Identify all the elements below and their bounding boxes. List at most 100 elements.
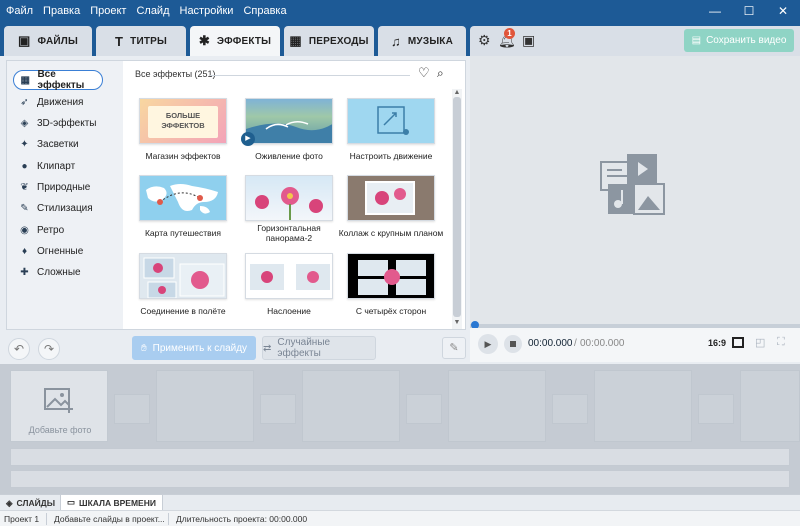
notification-badge: 1 <box>504 28 515 39</box>
motion-frame-icon <box>377 106 409 135</box>
aspect-ratio-icon[interactable] <box>732 337 744 348</box>
category-motion[interactable]: ➶ Движения <box>13 92 103 112</box>
sparkle-icon: ✦ <box>20 138 29 150</box>
snapshot-icon[interactable]: ◰ <box>755 336 765 349</box>
menu-project[interactable]: Проект <box>85 0 131 22</box>
category-list: ▦ Все эффекты ➶ Движения ◈ 3D-эффекты ✦ … <box>7 61 123 329</box>
view-tabs: ◈ СЛАЙДЫ ▭ ШКАЛА ВРЕМЕНИ <box>0 494 800 511</box>
tab-files[interactable]: ▣ ФАЙЛЫ <box>4 26 92 56</box>
effect-card-animate-photo[interactable] <box>245 98 333 144</box>
category-retro[interactable]: ◉ Ретро <box>13 220 103 240</box>
menu-edit[interactable]: Правка <box>38 0 85 22</box>
scroll-thumb[interactable] <box>453 97 461 317</box>
scroll-up-icon[interactable]: ▲ <box>452 89 462 96</box>
aspect-ratio-label[interactable]: 16:9 <box>708 338 726 348</box>
effect-card-store[interactable]: БОЛЬШЕ ЭФФЕКТОВ <box>139 98 227 144</box>
redo-icon[interactable]: ↷ <box>38 338 60 360</box>
cube-icon: ◈ <box>20 117 29 129</box>
play-icon[interactable]: ▶ <box>478 334 498 354</box>
apply-to-slide-button[interactable]: ✋︎ Применить к слайду <box>132 336 256 360</box>
menu-slide[interactable]: Слайд <box>131 0 174 22</box>
category-complex[interactable]: ✚ Сложные <box>13 262 103 282</box>
folder-icon: ▣ <box>18 33 31 48</box>
category-clipart[interactable]: ● Клипарт <box>13 156 103 176</box>
time-separator: / <box>574 338 577 349</box>
menu-bar: Файл Правка Проект Слайд Настройки Справ… <box>0 0 800 22</box>
effect-card-collage-closeup[interactable] <box>347 175 435 221</box>
effect-label: Оживление фото <box>255 151 323 161</box>
window-controls: — ☐ ✕ <box>698 0 800 22</box>
music-track[interactable] <box>10 470 790 488</box>
effect-card-flight-join[interactable] <box>139 253 227 299</box>
save-video-button[interactable]: ▤ Сохранить видео <box>684 29 794 52</box>
tab-titles[interactable]: T ТИТРЫ <box>96 26 186 56</box>
header-divider <box>210 75 410 76</box>
brush-icon: ✎ <box>20 202 29 214</box>
effect-card-custom-motion[interactable] <box>347 98 435 144</box>
storyboard: Добавьте фото <box>0 364 800 494</box>
current-time: 00:00.000 <box>528 338 573 349</box>
effect-label: Горизонтальная панорама-2 <box>257 223 321 243</box>
slide-slot[interactable] <box>448 370 546 442</box>
transition-slot[interactable] <box>406 394 442 424</box>
effect-label: Соединение в полёте <box>140 306 226 316</box>
search-icon[interactable]: ⌕ <box>437 66 444 81</box>
flowers-image <box>255 187 323 220</box>
pin-icon: ● <box>21 160 28 172</box>
effects-scrollbar[interactable]: ▲ ▼ <box>452 89 462 329</box>
heart-icon[interactable]: ♡ <box>418 65 430 81</box>
transition-slot[interactable] <box>698 394 734 424</box>
flame-icon: ♦ <box>21 245 28 257</box>
effect-label: Коллаж с крупным планом <box>338 228 444 238</box>
fullscreen-icon[interactable]: ⛶ <box>777 336 785 349</box>
category-fire[interactable]: ♦ Огненные <box>13 241 103 261</box>
text-icon: T <box>114 33 124 49</box>
effect-label: Карта путешествия <box>144 228 222 238</box>
maximize-button[interactable]: ☐ <box>732 0 766 22</box>
category-stylization[interactable]: ✎ Стилизация <box>13 198 103 218</box>
random-effects-button[interactable]: ⇄ Случайные эффекты <box>262 336 376 360</box>
effect-card-layering[interactable] <box>245 253 333 299</box>
menu-file[interactable]: Файл <box>0 0 38 22</box>
tab-music[interactable]: ♫ МУЗЫКА <box>378 26 466 56</box>
running-icon: ➶ <box>20 96 29 108</box>
tab-timeline[interactable]: ▭ ШКАЛА ВРЕМЕНИ <box>60 495 163 511</box>
effect-card-horizontal-pan[interactable] <box>245 175 333 221</box>
minimize-button[interactable]: — <box>698 0 732 22</box>
tab-effects[interactable]: ✱ ЭФФЕКТЫ <box>190 26 280 56</box>
menu-settings[interactable]: Настройки <box>175 0 239 22</box>
effect-label: Настроить движение <box>349 151 433 161</box>
slide-slot[interactable] <box>302 370 400 442</box>
river-image <box>246 121 332 143</box>
effect-card-four-sides[interactable] <box>347 253 435 299</box>
clear-effect-button[interactable]: ✎ <box>442 337 466 359</box>
transition-slot[interactable] <box>552 394 588 424</box>
category-flares[interactable]: ✦ Засветки <box>13 134 103 154</box>
effect-label: С четырёх сторон <box>355 306 427 316</box>
scroll-down-icon[interactable]: ▼ <box>452 319 462 326</box>
gallery-icon[interactable]: ▣ <box>522 32 535 49</box>
slide-slot[interactable] <box>594 370 692 442</box>
tab-transitions[interactable]: ▦ ПЕРЕХОДЫ <box>284 26 374 56</box>
transition-slot[interactable] <box>260 394 296 424</box>
effect-card-travel-map[interactable] <box>139 175 227 221</box>
category-nature[interactable]: ❦ Природные <box>13 177 103 197</box>
category-3d[interactable]: ◈ 3D-эффекты <box>13 113 103 133</box>
add-photo-slot[interactable]: Добавьте фото <box>10 370 108 442</box>
gear-icon[interactable]: ⚙ <box>478 32 491 49</box>
film-icon: ▤ <box>691 35 702 46</box>
tab-slides[interactable]: ◈ СЛАЙДЫ <box>0 495 61 511</box>
category-all[interactable]: ▦ Все эффекты <box>13 69 103 91</box>
slide-slot[interactable] <box>156 370 254 442</box>
menu-help[interactable]: Справка <box>238 0 291 22</box>
stop-icon[interactable] <box>504 335 522 353</box>
leaf-icon: ❦ <box>20 181 29 193</box>
effects-panel: ▦ Все эффекты ➶ Движения ◈ 3D-эффекты ✦ … <box>6 60 466 330</box>
text-track[interactable] <box>10 448 790 466</box>
slide-slot[interactable] <box>740 370 800 442</box>
transition-slot[interactable] <box>114 394 150 424</box>
undo-icon[interactable]: ↶ <box>8 338 30 360</box>
broom-icon: ✎ <box>449 342 459 354</box>
add-image-icon <box>44 388 73 413</box>
close-button[interactable]: ✕ <box>766 0 800 22</box>
